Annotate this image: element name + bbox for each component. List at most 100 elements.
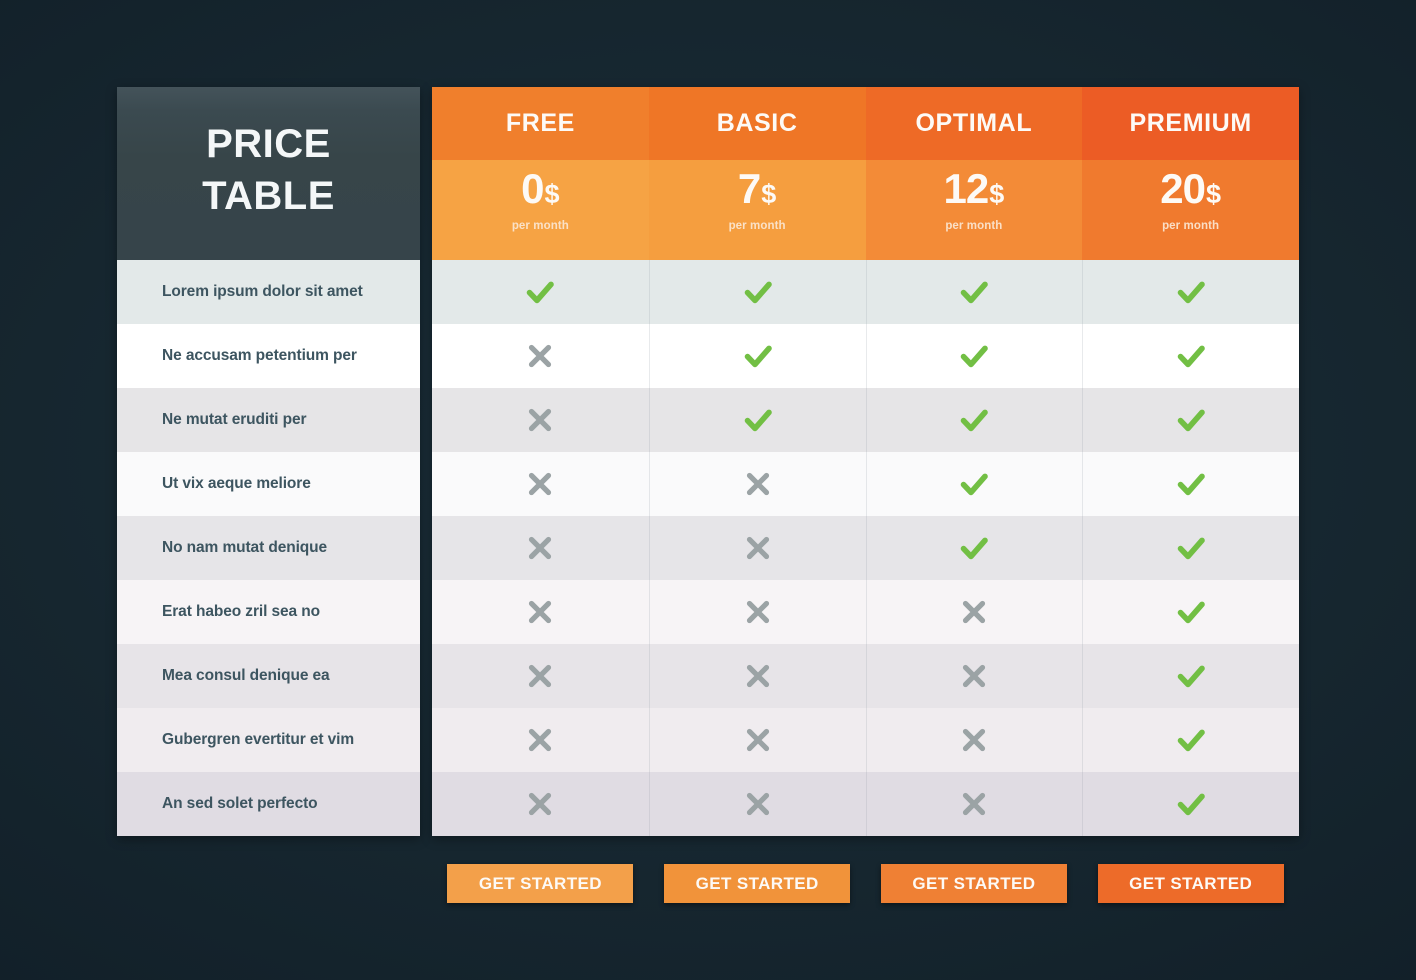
feature-cell (432, 260, 649, 324)
feature-cell (866, 388, 1083, 452)
plan-price-amount: 12 (944, 168, 989, 210)
check-icon (740, 338, 776, 374)
feature-cell (1082, 324, 1299, 388)
feature-cell (432, 388, 649, 452)
plan-billing-period: per month (1162, 220, 1219, 232)
check-icon (956, 338, 992, 374)
cross-icon (956, 722, 992, 758)
plan-column-optimal: OPTIMAL12$per month (866, 87, 1083, 836)
feature-cell (432, 708, 649, 772)
cross-icon (522, 402, 558, 438)
feature-cell (1082, 452, 1299, 516)
cross-icon (740, 530, 776, 566)
feature-cell (432, 644, 649, 708)
feature-cell (432, 772, 649, 836)
check-icon (1173, 530, 1209, 566)
feature-row: An sed solet perfecto (117, 772, 420, 836)
feature-cell (432, 452, 649, 516)
feature-row: Lorem ipsum dolor sit amet (117, 260, 420, 324)
feature-cell (1082, 772, 1299, 836)
feature-label: Erat habeo zril sea no (162, 603, 320, 621)
cta-slot: GET STARTED (649, 864, 866, 903)
price-table-page: PRICE TABLE Lorem ipsum dolor sit amet Ne… (0, 0, 1416, 980)
plan-feature-cells (866, 260, 1083, 836)
feature-cell (866, 708, 1083, 772)
plan-column-premium: PREMIUM20$per month (1082, 87, 1299, 836)
cta-slot: GET STARTED (866, 864, 1083, 903)
get-started-button-basic[interactable]: GET STARTED (664, 864, 850, 903)
plan-price: 12$ (944, 168, 1005, 210)
feature-cell (1082, 516, 1299, 580)
cross-icon (522, 466, 558, 502)
feature-label: An sed solet perfecto (162, 795, 318, 813)
feature-cell (649, 324, 866, 388)
feature-cell (649, 644, 866, 708)
feature-cell (866, 324, 1083, 388)
get-started-button-optimal[interactable]: GET STARTED (881, 864, 1067, 903)
cta-button-row: GET STARTED GET STARTED GET STARTED GET STA… (432, 864, 1299, 903)
plan-column-basic: BASIC7$per month (649, 87, 866, 836)
feature-cell (1082, 388, 1299, 452)
cross-icon (740, 722, 776, 758)
feature-cell (649, 452, 866, 516)
cross-icon (522, 594, 558, 630)
plan-name: PREMIUM (1082, 87, 1299, 160)
feature-row: Ut vix aeque meliore (117, 452, 420, 516)
check-icon (1173, 274, 1209, 310)
plan-feature-cells (1082, 260, 1299, 836)
feature-cell (866, 452, 1083, 516)
check-icon (1173, 658, 1209, 694)
check-icon (1173, 338, 1209, 374)
feature-label-list: Lorem ipsum dolor sit amet Ne accusam pet… (117, 260, 420, 836)
check-icon (1173, 594, 1209, 630)
plan-price: 0$ (521, 168, 559, 210)
cta-slot: GET STARTED (432, 864, 649, 903)
feature-label: Ut vix aeque meliore (162, 475, 311, 493)
plan-price-amount: 0 (521, 168, 543, 210)
cross-icon (740, 466, 776, 502)
feature-cell (866, 516, 1083, 580)
plan-price-currency: $ (545, 181, 560, 208)
feature-row: No nam mutat denique (117, 516, 420, 580)
feature-cell (866, 772, 1083, 836)
get-started-button-premium[interactable]: GET STARTED (1098, 864, 1284, 903)
plan-feature-cells (432, 260, 649, 836)
feature-label: Gubergren evertitur et vim (162, 731, 354, 749)
feature-row: Ne accusam petentium per (117, 324, 420, 388)
feature-cell (866, 580, 1083, 644)
feature-cell (649, 708, 866, 772)
check-icon (956, 530, 992, 566)
feature-panel: PRICE TABLE Lorem ipsum dolor sit amet Ne… (117, 87, 420, 836)
cross-icon (522, 658, 558, 694)
feature-cell (432, 516, 649, 580)
cross-icon (522, 722, 558, 758)
feature-cell (1082, 644, 1299, 708)
feature-cell (432, 324, 649, 388)
plan-price-block: 7$per month (649, 160, 866, 260)
feature-label: No nam mutat denique (162, 539, 327, 557)
plan-name: BASIC (649, 87, 866, 160)
cross-icon (740, 786, 776, 822)
page-title: PRICE TABLE (202, 119, 335, 221)
feature-cell (1082, 260, 1299, 324)
plan-price-block: 0$per month (432, 160, 649, 260)
get-started-button-free[interactable]: GET STARTED (447, 864, 633, 903)
feature-cell (866, 260, 1083, 324)
feature-row: Mea consul denique ea (117, 644, 420, 708)
plan-price-block: 20$per month (1082, 160, 1299, 260)
check-icon (1173, 786, 1209, 822)
plan-price-currency: $ (989, 181, 1004, 208)
check-icon (1173, 722, 1209, 758)
feature-cell (649, 388, 866, 452)
feature-label: Mea consul denique ea (162, 667, 330, 685)
cross-icon (956, 786, 992, 822)
check-icon (740, 274, 776, 310)
plans-grid: FREE0$per monthBASIC7$per monthOPTIMAL12… (432, 87, 1299, 836)
plan-name: FREE (432, 87, 649, 160)
feature-cell (649, 772, 866, 836)
feature-label: Ne accusam petentium per (162, 347, 357, 365)
feature-cell (649, 580, 866, 644)
check-icon (956, 466, 992, 502)
plan-name: OPTIMAL (866, 87, 1083, 160)
cross-icon (522, 786, 558, 822)
